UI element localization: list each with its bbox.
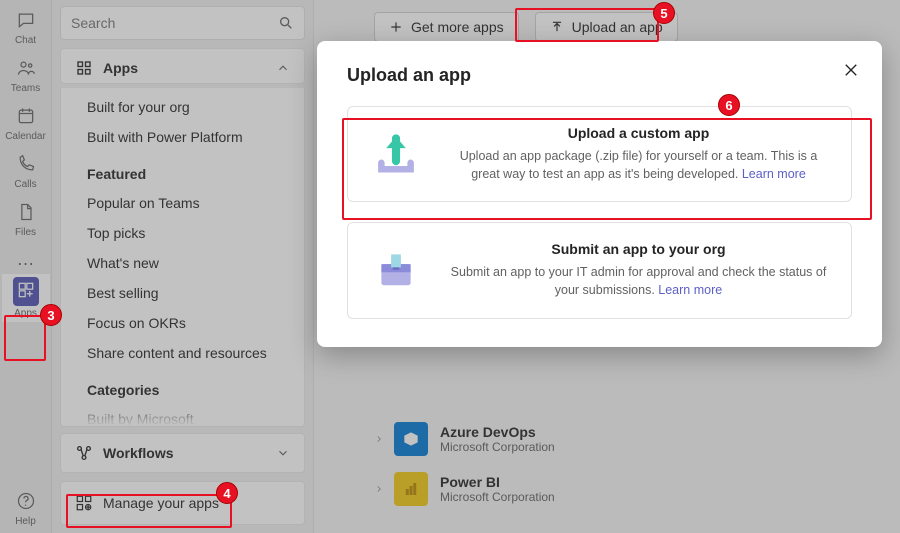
- learn-more-link[interactable]: Learn more: [658, 283, 722, 297]
- upload-illustration: [368, 125, 424, 181]
- annotation-callout-4: 4: [216, 482, 238, 504]
- dialog-close-button[interactable]: [842, 61, 860, 84]
- submit-illustration: [368, 241, 424, 297]
- annotation-callout-3: 3: [40, 304, 62, 326]
- card-title: Submit an app to your org: [446, 241, 831, 257]
- dialog-title: Upload an app: [347, 65, 852, 86]
- annotation-callout-6: 6: [718, 94, 740, 116]
- upload-custom-app-card[interactable]: Upload a custom app Upload an app packag…: [347, 106, 852, 202]
- card-title: Upload a custom app: [446, 125, 831, 141]
- annotation-callout-5: 5: [653, 2, 675, 24]
- card-description: Submit an app to your IT admin for appro…: [446, 263, 831, 299]
- upload-app-dialog: Upload an app Upload a custom app Upload…: [317, 41, 882, 347]
- card-description: Upload an app package (.zip file) for yo…: [446, 147, 831, 183]
- close-icon: [842, 61, 860, 79]
- submit-app-org-card[interactable]: Submit an app to your org Submit an app …: [347, 222, 852, 318]
- learn-more-link[interactable]: Learn more: [742, 167, 806, 181]
